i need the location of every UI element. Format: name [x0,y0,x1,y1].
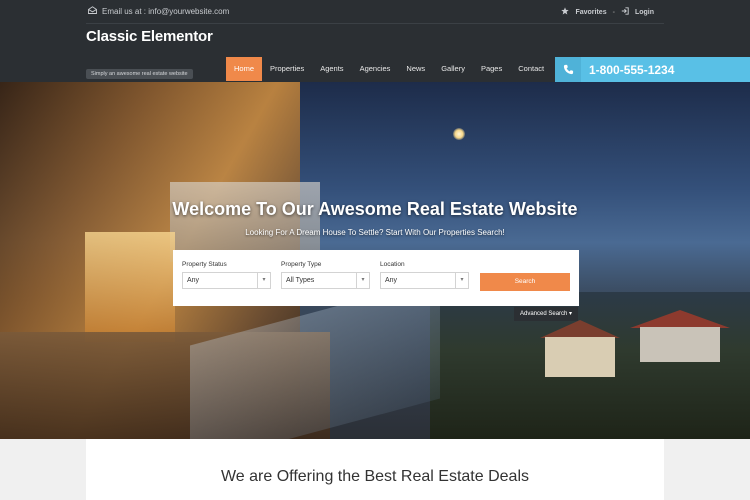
property-type-select[interactable]: All Types ▾ [281,272,370,289]
user-links: Favorites - Login [561,7,654,17]
location-select[interactable]: Any ▾ [380,272,469,289]
property-status-value: Any [187,277,200,284]
chevron-down-icon: ▾ [455,273,468,288]
email-info: Email us at : info@yourwebsite.com [88,6,229,16]
separator: - [612,8,615,16]
main-nav: Home Properties Agents Agencies News Gal… [226,57,552,81]
chevron-down-icon: ▾ [356,273,369,288]
top-bar-inner: Email us at : info@yourwebsite.com Favor… [86,0,664,24]
nav-news[interactable]: News [398,57,433,81]
section-title: We are Offering the Best Real Estate Dea… [220,468,529,485]
advanced-search-toggle[interactable]: Advanced Search ▾ [514,307,579,321]
location-label: Location [380,261,405,268]
nav-agents[interactable]: Agents [312,57,351,81]
envelope-icon [88,6,97,16]
nav-home[interactable]: Home [226,57,263,81]
property-status-label: Property Status [182,261,227,268]
house-roof [540,320,620,338]
site-logo[interactable]: Classic Elementor [86,28,213,45]
phone-icon [555,57,581,82]
hero-subtitle: Looking For A Dream House To Settle? Sta… [245,228,505,237]
property-type-label: Property Type [281,261,322,268]
property-status-field: Property Status Any ▾ [182,261,271,289]
top-bar: Email us at : info@yourwebsite.com Favor… [0,0,750,24]
nav-pages[interactable]: Pages [473,57,510,81]
property-type-value: All Types [286,277,315,284]
hero-banner: Welcome To Our Awesome Real Estate Websi… [0,82,750,439]
favorites-link[interactable]: Favorites [575,9,606,16]
login-icon [621,7,629,17]
star-icon [561,7,570,17]
chevron-down-icon: ▾ [569,311,573,317]
property-type-field: Property Type All Types ▾ [281,261,370,289]
site-tagline: Simply an awesome real estate website [86,69,193,79]
nav-contact[interactable]: Contact [510,57,552,81]
search-button[interactable]: Search [480,273,570,291]
location-value: Any [385,277,398,284]
property-search-form: Property Status Any ▾ Property Type All … [173,250,579,306]
advanced-search-label: Advanced Search [520,311,568,317]
phone-number[interactable]: 1-800-555-1234 [589,63,674,77]
location-field: Location Any ▾ [380,261,469,289]
property-status-select[interactable]: Any ▾ [182,272,271,289]
phone-contact[interactable]: 1-800-555-1234 [555,57,750,82]
nav-agencies[interactable]: Agencies [352,57,399,81]
nav-properties[interactable]: Properties [262,57,312,81]
login-link[interactable]: Login [635,9,654,16]
hero-title: Welcome To Our Awesome Real Estate Websi… [172,199,578,219]
chevron-down-icon: ▾ [257,273,270,288]
email-text: Email us at : info@yourwebsite.com [102,6,230,16]
nav-gallery[interactable]: Gallery [433,57,473,81]
house-roof [630,310,730,328]
moon [453,128,465,140]
content-section: We are Offering the Best Real Estate Dea… [0,439,750,500]
house [640,327,720,362]
lit-window [85,232,175,342]
house [545,337,615,377]
content-card: We are Offering the Best Real Estate Dea… [86,439,664,500]
